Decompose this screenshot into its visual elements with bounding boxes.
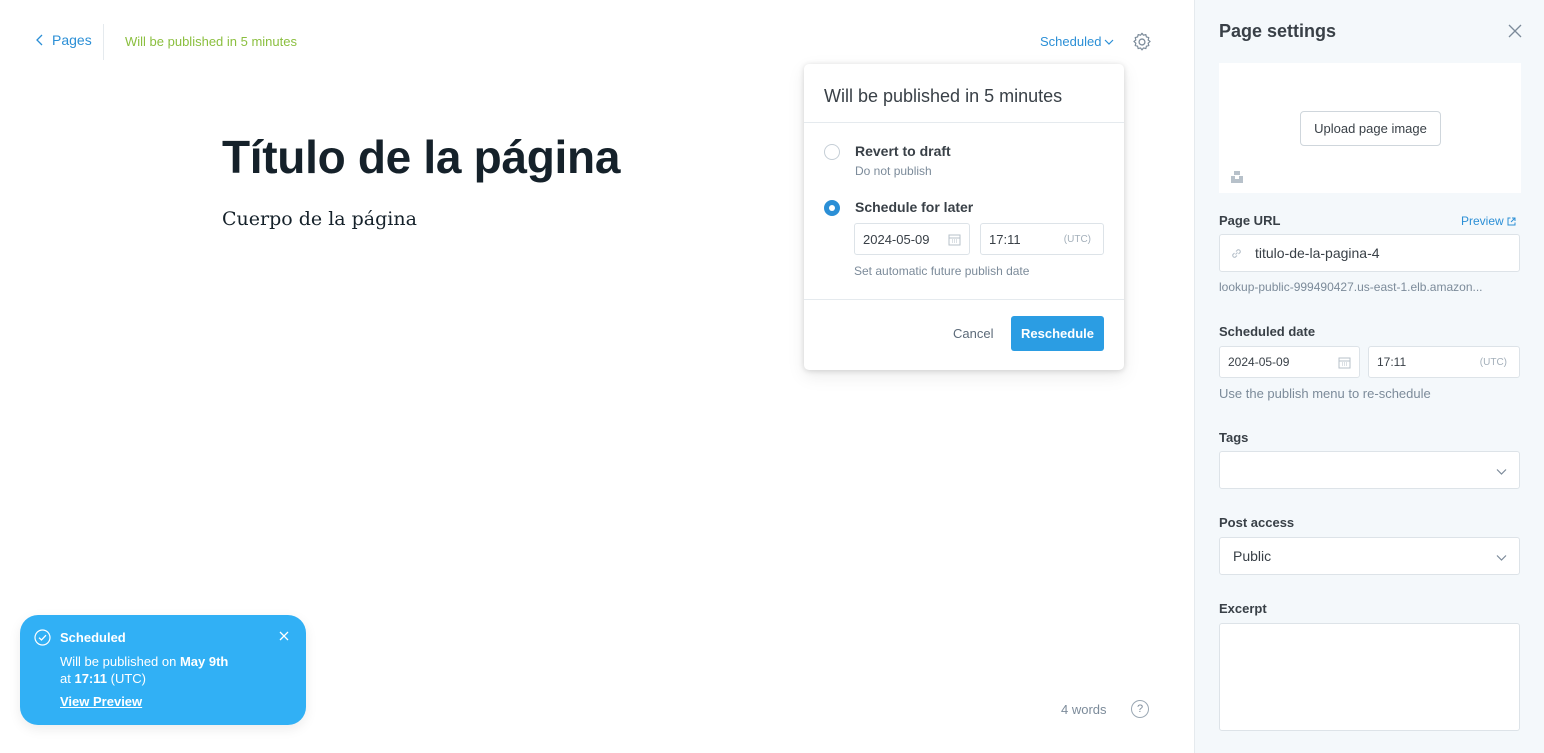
check-circle-icon [34, 629, 51, 646]
popover-date-input[interactable]: 2024-05-09 [854, 223, 970, 255]
publish-popover: Will be published in 5 minutes Revert to… [804, 64, 1124, 370]
reschedule-button[interactable]: Reschedule [1011, 316, 1104, 351]
scheduled-timezone: (UTC) [1479, 356, 1507, 368]
back-label: Pages [52, 32, 92, 48]
popover-timezone: (UTC) [1063, 233, 1091, 245]
close-settings-icon[interactable] [1508, 24, 1522, 38]
popover-date-value: 2024-05-09 [863, 231, 930, 247]
header-divider [103, 24, 104, 60]
link-icon [1232, 249, 1241, 258]
page-url-input[interactable]: titulo-de-la-pagina-4 [1219, 234, 1520, 272]
page-url-label: Page URL [1219, 213, 1281, 228]
question-mark-icon: ? [1136, 703, 1144, 715]
chevron-left-icon [36, 34, 43, 46]
scheduled-date-row: 2024-05-09 17:11 (UTC) [1219, 346, 1520, 378]
scheduled-time-value: 17:11 [1377, 355, 1407, 369]
publish-menu-trigger[interactable]: Scheduled [1040, 34, 1114, 49]
toast-line1-prefix: Will be published on [60, 654, 180, 669]
schedule-inputs: 2024-05-09 17:11 (UTC) [854, 223, 1104, 255]
toast-message-line1: Will be published on May 9th [60, 654, 228, 669]
external-link-icon [1507, 217, 1516, 225]
excerpt-label: Excerpt [1219, 601, 1267, 616]
back-to-pages-link[interactable]: Pages [34, 32, 92, 48]
scheduled-date-label: Scheduled date [1219, 324, 1316, 339]
post-access-select[interactable]: Public [1219, 537, 1520, 575]
popover-time-value: 17:11 [989, 231, 1021, 247]
chevron-down-icon [1496, 555, 1507, 561]
close-icon[interactable] [278, 630, 290, 642]
toast-title: Scheduled [60, 630, 126, 645]
scheduled-time-input[interactable]: 17:11 (UTC) [1368, 346, 1520, 378]
page-image-dropzone[interactable]: Upload page image [1219, 63, 1521, 193]
page-body-editor[interactable]: Cuerpo de la página [222, 208, 417, 230]
scheduled-date-input[interactable]: 2024-05-09 [1219, 346, 1360, 378]
post-access-label: Post access [1219, 515, 1295, 530]
scheduled-toast: Scheduled Will be published on May 9th a… [20, 615, 306, 725]
scheduled-date-value: 2024-05-09 [1228, 355, 1290, 369]
revert-subtitle: Do not publish [855, 164, 932, 178]
settings-gear-icon[interactable] [1131, 31, 1153, 53]
upload-page-image-button[interactable]: Upload page image [1300, 111, 1441, 146]
popover-heading: Will be published in 5 minutes [804, 64, 1124, 123]
publish-status-text: Will be published in 5 minutes [125, 34, 297, 49]
page-settings-panel: Page settings Upload page image Page URL… [1194, 0, 1544, 753]
calendar-icon [1338, 357, 1351, 369]
toast-date: May 9th [179, 654, 229, 669]
scheduled-date-hint: Use the publish menu to re-schedule [1219, 386, 1431, 401]
help-button[interactable]: ? [1131, 700, 1149, 718]
preview-label: Preview [1461, 214, 1504, 228]
unsplash-icon[interactable] [1230, 170, 1244, 184]
page-url-hint: lookup-public-999490427.us-east-1.elb.am… [1219, 280, 1483, 294]
popover-time-input[interactable]: 17:11 (UTC) [980, 223, 1104, 255]
word-count: 4 words [1061, 702, 1107, 717]
toast-time: 17:11 [74, 671, 108, 686]
chevron-down-icon [1496, 469, 1507, 475]
chevron-down-icon [1105, 39, 1114, 45]
settings-title: Page settings [1219, 21, 1337, 41]
schedule-later-option[interactable]: Schedule for later [824, 199, 973, 216]
preview-link[interactable]: Preview [1461, 214, 1516, 228]
editor-area: Pages Will be published in 5 minutes Sch… [0, 0, 1194, 753]
tags-label: Tags [1219, 430, 1249, 445]
revert-to-draft-option[interactable]: Revert to draft Do not publish [824, 143, 951, 178]
toast-line2-prefix: at [60, 671, 75, 686]
popover-hint: Set automatic future publish date [854, 264, 1030, 278]
cancel-button[interactable]: Cancel [953, 326, 993, 341]
revert-title: Revert to draft [855, 143, 951, 159]
calendar-icon [948, 234, 961, 246]
popover-footer: Cancel Reschedule [804, 299, 1124, 370]
schedule-title: Schedule for later [855, 199, 974, 215]
toast-message-line2: at 17:11 (UTC) [60, 671, 146, 686]
page-url-value: titulo-de-la-pagina-4 [1255, 245, 1380, 261]
excerpt-textarea[interactable] [1219, 623, 1520, 731]
publish-menu-label: Scheduled [1040, 34, 1102, 49]
tags-select[interactable] [1219, 451, 1520, 489]
toast-timezone: (UTC) [107, 671, 147, 686]
schedule-radio[interactable] [824, 200, 840, 216]
post-access-value: Public [1233, 548, 1272, 564]
page-title-input[interactable]: Título de la página [222, 130, 620, 184]
view-preview-link[interactable]: View Preview [60, 694, 142, 709]
revert-radio[interactable] [824, 144, 840, 160]
